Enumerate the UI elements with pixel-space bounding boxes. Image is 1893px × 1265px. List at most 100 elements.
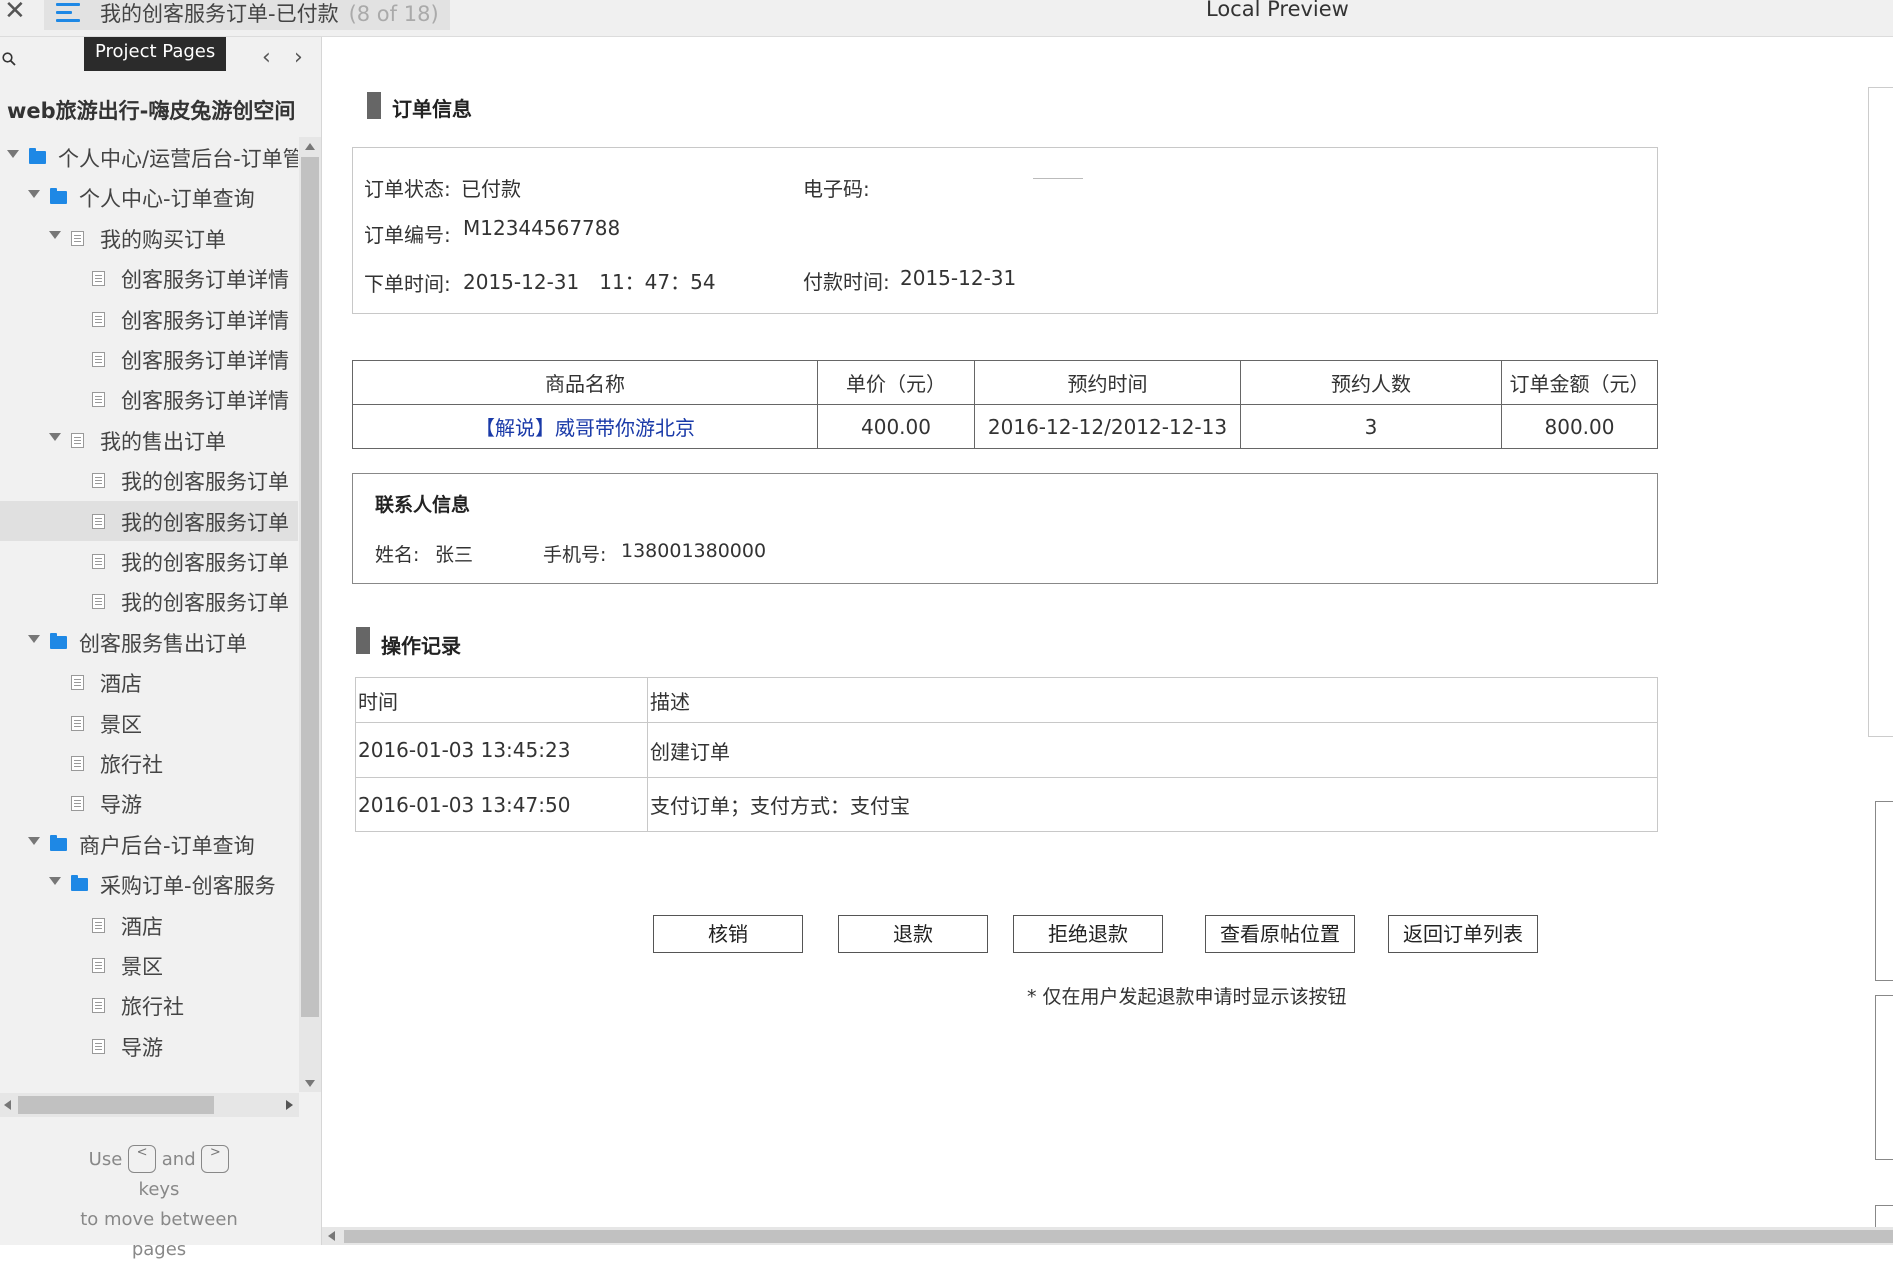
back-to-list-button[interactable]: 返回订单列表	[1388, 915, 1538, 953]
tree-folder-item[interactable]: 个人中心-订单查询	[0, 177, 298, 217]
caret-down-icon[interactable]	[49, 877, 61, 886]
page-icon	[92, 513, 105, 529]
page-icon	[92, 392, 105, 408]
tree-page-item[interactable]: 景区	[0, 945, 298, 985]
page-tab[interactable]: 我的创客服务订单-已付款 (8 of 18)	[44, 0, 450, 30]
tree-folder-item[interactable]: 商户后台-订单查询	[0, 824, 298, 864]
contact-info-box: 联系人信息 姓名: 张三 手机号: 138001380000	[352, 473, 1658, 584]
column-header: 预约人数	[1240, 360, 1502, 405]
code-label: 电子码:	[803, 177, 870, 201]
tree-page-item[interactable]: 创客服务订单详情	[0, 379, 298, 419]
folder-icon	[50, 834, 67, 851]
tree-folder-item[interactable]: 创客服务售出订单	[0, 622, 298, 662]
goods-name-link[interactable]: 【解说】威哥带你游北京	[475, 416, 695, 440]
tree-page-item[interactable]: 酒店	[0, 662, 298, 702]
tree-page-item[interactable]: 我的创客服务订单	[0, 541, 298, 581]
tree-page-item[interactable]: 我的售出订单	[0, 420, 298, 460]
tree-item-label: 创客服务售出订单	[79, 631, 247, 656]
search-icon[interactable]	[2, 52, 16, 66]
scroll-down-icon[interactable]	[305, 1080, 315, 1087]
menu-icon[interactable]	[56, 3, 80, 25]
goods-name-cell: 【解说】威哥带你游北京	[352, 404, 818, 449]
tree-item-label: 导游	[121, 1035, 163, 1060]
tree-page-item[interactable]: 酒店	[0, 905, 298, 945]
close-icon[interactable]: ✕	[4, 0, 26, 26]
tree-item-label: 个人中心/运营后台-订单管	[58, 147, 298, 171]
caret-down-icon[interactable]	[28, 634, 40, 643]
page-icon	[92, 917, 105, 933]
log-desc-cell: 创建订单	[647, 722, 1658, 778]
scrollbar-thumb[interactable]	[301, 157, 319, 1017]
table-row: 2016-01-03 13:45:23 创建订单	[355, 722, 1658, 778]
table-row: 【解说】威哥带你游北京 400.00 2016-12-12/2012-12-13…	[352, 404, 1658, 449]
tree-page-item[interactable]: 创客服务订单详情	[0, 258, 298, 298]
contact-name-label: 姓名:	[375, 544, 420, 566]
previous-page-icon[interactable]: ‹	[262, 45, 271, 70]
scrollbar-thumb[interactable]	[344, 1230, 1893, 1243]
tree-page-item[interactable]: 导游	[0, 1026, 298, 1066]
table-header-row: 时间 描述	[355, 677, 1658, 723]
caret-down-icon[interactable]	[49, 432, 61, 441]
right-panel	[1868, 87, 1893, 737]
page-icon	[92, 1038, 105, 1054]
caret-down-icon[interactable]	[28, 190, 40, 199]
tree-item-label: 创客服务订单详情	[121, 268, 289, 293]
tree-item-label: 我的创客服务订单	[121, 510, 289, 535]
sidebar-horizontal-scrollbar[interactable]	[0, 1093, 299, 1117]
page-icon	[71, 230, 84, 246]
reject-refund-button[interactable]: 拒绝退款	[1013, 915, 1163, 953]
tree-item-label: 旅行社	[100, 753, 163, 777]
date-cell: 2016-12-12/2012-12-13	[974, 404, 1241, 449]
tree-page-item[interactable]: 导游	[0, 783, 298, 823]
tree-folder-item[interactable]: 个人中心/运营后台-订单管	[0, 137, 298, 177]
tree-item-label: 我的创客服务订单	[121, 470, 289, 495]
tree-page-item[interactable]: 旅行社	[0, 985, 298, 1025]
tree-item-label: 酒店	[100, 672, 142, 697]
page-title: 我的创客服务订单-已付款 (8 of 18)	[100, 0, 439, 28]
contact-title: 联系人信息	[375, 494, 471, 516]
caret-down-icon[interactable]	[28, 836, 40, 845]
tree-page-item[interactable]: 景区	[0, 703, 298, 743]
hint-line3: pages	[131, 1239, 187, 1260]
tree-item-label: 景区	[121, 955, 163, 979]
tree-page-item[interactable]: 旅行社	[0, 743, 298, 783]
tree-item-label: 商户后台-订单查询	[79, 833, 255, 858]
order-number-value: M12344567788	[463, 216, 621, 240]
caret-down-icon[interactable]	[49, 230, 61, 239]
tree-item-label: 创客服务订单详情	[121, 389, 289, 414]
log-time-cell: 2016-01-03 13:45:23	[355, 722, 648, 778]
scroll-left-icon[interactable]	[328, 1231, 335, 1241]
page-icon	[92, 311, 105, 327]
tree-page-item[interactable]: 我的创客服务订单	[0, 460, 298, 500]
view-post-button[interactable]: 查看原帖位置	[1205, 915, 1355, 953]
preview-horizontal-scrollbar[interactable]	[322, 1227, 1893, 1245]
table-header-row: 商品名称 单价（元） 预约时间 预约人数 订单金额（元）	[352, 360, 1658, 405]
tree-page-item[interactable]: 创客服务订单详情	[0, 339, 298, 379]
folder-icon	[50, 632, 67, 649]
next-page-icon[interactable]: ›	[294, 45, 303, 70]
tree-folder-item[interactable]: 采购订单-创客服务	[0, 864, 298, 904]
table-row: 2016-01-03 13:47:50 支付订单；支付方式：支付宝	[355, 777, 1658, 832]
contact-name-value: 张三	[435, 544, 474, 566]
tree-page-item[interactable]: 我的购买订单	[0, 218, 298, 258]
caret-down-icon[interactable]	[7, 150, 19, 158]
status-value: 已付款	[461, 177, 521, 201]
people-cell: 3	[1240, 404, 1502, 449]
refund-button[interactable]: 退款	[838, 915, 988, 953]
scroll-left-icon[interactable]	[4, 1100, 11, 1110]
sidebar: Project Pages ‹ › web旅游出行-嗨皮兔游创空间 个人中心/运…	[0, 37, 322, 1260]
refund-note: * 仅在用户发起退款申请时显示该按钮	[1027, 986, 1347, 1008]
page-icon	[71, 756, 84, 771]
sidebar-vertical-scrollbar[interactable]	[299, 137, 321, 1092]
tree-page-item[interactable]: 创客服务订单详情	[0, 299, 298, 339]
contact-phone-value: 138001380000	[621, 540, 767, 562]
left-key-icon: <	[128, 1145, 157, 1173]
column-header: 描述	[647, 677, 1658, 723]
preview-title: Local Preview	[1206, 0, 1349, 21]
verify-button[interactable]: 核销	[653, 915, 803, 953]
scrollbar-thumb[interactable]	[18, 1096, 214, 1114]
tree-page-item[interactable]: 我的创客服务订单	[0, 500, 298, 541]
scroll-up-icon[interactable]	[305, 143, 315, 150]
scroll-right-icon[interactable]	[286, 1100, 293, 1110]
tree-page-item[interactable]: 我的创客服务订单	[0, 581, 298, 621]
